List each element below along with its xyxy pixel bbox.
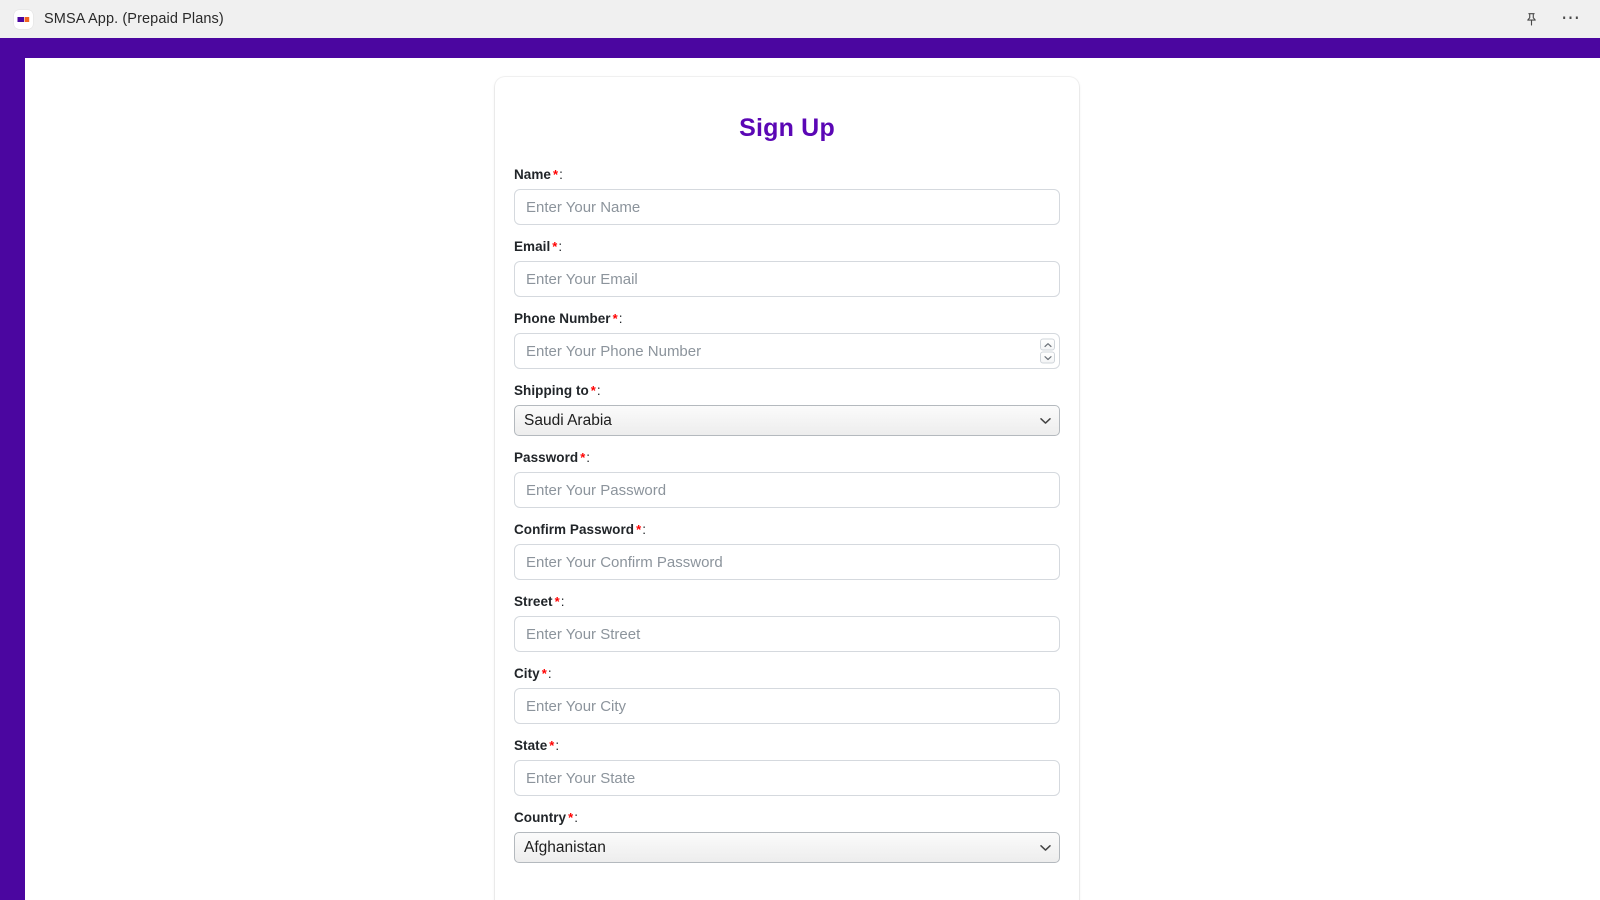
name-field-label: Name *: [514,167,1060,182]
country-select[interactable]: Afghanistan [514,832,1060,863]
confirm-password-field-wrapper [514,544,1060,580]
label-text: State [514,738,548,753]
smsa-logo-icon [14,9,33,29]
label-text: City [514,666,540,681]
label-text: Country [514,810,567,825]
label-colon: : [560,594,565,609]
spinner-down-icon[interactable] [1040,351,1055,364]
window-title: SMSA App. (Prepaid Plans) [44,11,224,27]
label-colon: : [586,450,591,465]
phone-number-field-label: Phone Number *: [514,311,1060,326]
street-field-label: Street *: [514,594,1060,609]
required-asterisk: * [580,450,586,465]
required-asterisk: * [636,522,642,537]
street-field[interactable] [514,616,1060,652]
required-asterisk: * [549,738,555,753]
form-field-street-field: Street *: [514,594,1060,652]
label-text: Name [514,167,551,182]
signup-form: Name*:Email*:Phone Number*:Shipping to*:… [514,167,1060,863]
country-select-wrapper: Afghanistan [514,832,1060,863]
form-field-city-field: City *: [514,666,1060,724]
password-field-wrapper [514,472,1060,508]
label-text: Street [514,594,553,609]
confirm-password-field-label: Confirm Password *: [514,522,1060,537]
title-bar-left-group: SMSA App. (Prepaid Plans) [14,9,224,29]
required-asterisk: * [568,810,574,825]
app-content-canvas: Sign Up Name*:Email*:Phone Number*:Shipp… [25,58,1600,900]
form-field-country-select: Country *: Afghanistan [514,810,1060,863]
country-select-label: Country *: [514,810,1060,825]
email-field-wrapper [514,261,1060,297]
required-asterisk: * [590,383,596,398]
spinner-up-icon[interactable] [1040,338,1055,351]
city-field-wrapper [514,688,1060,724]
password-field-label: Password *: [514,450,1060,465]
label-colon: : [547,666,552,681]
form-field-shipping-to-select: Shipping to *: Saudi Arabia [514,383,1060,436]
state-field[interactable] [514,760,1060,796]
label-colon: : [555,738,560,753]
form-field-email-field: Email *: [514,239,1060,297]
form-field-name-field: Name *: [514,167,1060,225]
state-field-wrapper [514,760,1060,796]
label-colon: : [574,810,579,825]
title-bar-right-group: ⋯ [1520,8,1586,30]
email-field-label: Email *: [514,239,1060,254]
signup-card: Sign Up Name*:Email*:Phone Number*:Shipp… [495,77,1079,900]
shipping-to-select-label: Shipping to *: [514,383,1060,398]
more-options-icon[interactable]: ⋯ [1560,8,1582,30]
name-field-wrapper [514,189,1060,225]
label-text: Confirm Password [514,522,635,537]
required-asterisk: * [552,239,558,254]
phone-number-field[interactable] [514,333,1060,369]
label-colon: : [596,383,601,398]
label-text: Shipping to [514,383,589,398]
required-asterisk: * [612,311,618,326]
state-field-label: State *: [514,738,1060,753]
label-colon: : [559,167,563,182]
label-text: Email [514,239,551,254]
required-asterisk: * [552,167,559,182]
pin-icon[interactable] [1520,8,1542,30]
label-colon: : [618,311,623,326]
label-text: Password [514,450,579,465]
label-text: Phone Number [514,311,611,326]
city-field-label: City *: [514,666,1060,681]
form-field-password-field: Password *: [514,450,1060,508]
email-field[interactable] [514,261,1060,297]
label-colon: : [642,522,646,537]
form-field-phone-number-field: Phone Number *: [514,311,1060,369]
city-field[interactable] [514,688,1060,724]
label-colon: : [558,239,563,254]
page-title: Sign Up [739,114,835,142]
window-title-bar: SMSA App. (Prepaid Plans) ⋯ [0,0,1600,38]
street-field-wrapper [514,616,1060,652]
confirm-password-field[interactable] [514,544,1060,580]
required-asterisk: * [541,666,547,681]
shipping-to-select-wrapper: Saudi Arabia [514,405,1060,436]
phone-number-field-wrapper [514,333,1060,369]
app-purple-frame: Sign Up Name*:Email*:Phone Number*:Shipp… [0,38,1600,900]
form-field-confirm-password-field: Confirm Password *: [514,522,1060,580]
shipping-to-select[interactable]: Saudi Arabia [514,405,1060,436]
more-options-glyph: ⋯ [1561,8,1581,29]
required-asterisk: * [554,594,560,609]
password-field[interactable] [514,472,1060,508]
number-spinner[interactable] [1040,338,1055,364]
form-field-state-field: State *: [514,738,1060,796]
name-field[interactable] [514,189,1060,225]
